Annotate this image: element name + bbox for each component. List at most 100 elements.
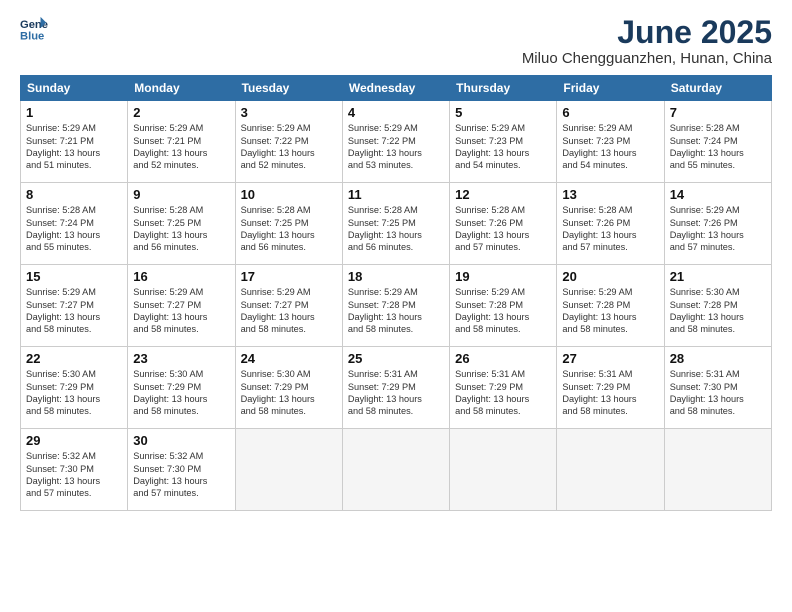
day-info: Sunrise: 5:29 AM Sunset: 7:28 PM Dayligh… <box>348 286 444 336</box>
day-number: 15 <box>26 269 122 284</box>
day-info: Sunrise: 5:29 AM Sunset: 7:26 PM Dayligh… <box>670 204 766 254</box>
header: General Blue June 2025 Miluo Chengguanzh… <box>20 15 772 67</box>
day-number: 3 <box>241 105 337 120</box>
calendar-week-row: 15 Sunrise: 5:29 AM Sunset: 7:27 PM Dayli… <box>21 265 772 347</box>
month-title: June 2025 <box>522 15 772 50</box>
calendar-cell: 18 Sunrise: 5:29 AM Sunset: 7:28 PM Dayli… <box>342 265 449 347</box>
calendar-cell <box>450 429 557 511</box>
calendar-cell: 9Sunrise: 5:28 AM Sunset: 7:25 PM Daylig… <box>128 183 235 265</box>
calendar-cell: 15 Sunrise: 5:29 AM Sunset: 7:27 PM Dayli… <box>21 265 128 347</box>
day-number: 7 <box>670 105 766 120</box>
calendar-cell: 29 Sunrise: 5:32 AM Sunset: 7:30 PM Dayli… <box>21 429 128 511</box>
day-number: 19 <box>455 269 551 284</box>
day-info: Sunrise: 5:29 AM Sunset: 7:28 PM Dayligh… <box>562 286 658 336</box>
day-number: 5 <box>455 105 551 120</box>
weekday-header-thursday: Thursday <box>450 76 557 101</box>
day-info: Sunrise: 5:28 AM Sunset: 7:25 PM Dayligh… <box>348 204 444 254</box>
day-info: Sunrise: 5:29 AM Sunset: 7:27 PM Dayligh… <box>133 286 229 336</box>
calendar-week-row: 29 Sunrise: 5:32 AM Sunset: 7:30 PM Dayli… <box>21 429 772 511</box>
day-info: Sunrise: 5:28 AM Sunset: 7:24 PM Dayligh… <box>26 204 122 254</box>
day-number: 8 <box>26 187 122 202</box>
weekday-header-saturday: Saturday <box>664 76 771 101</box>
calendar-cell: 30 Sunrise: 5:32 AM Sunset: 7:30 PM Dayli… <box>128 429 235 511</box>
day-info: Sunrise: 5:29 AM Sunset: 7:27 PM Dayligh… <box>26 286 122 336</box>
day-info: Sunrise: 5:32 AM Sunset: 7:30 PM Dayligh… <box>26 450 122 500</box>
day-number: 27 <box>562 351 658 366</box>
calendar-cell: 25Sunrise: 5:31 AM Sunset: 7:29 PM Dayli… <box>342 347 449 429</box>
weekday-header-tuesday: Tuesday <box>235 76 342 101</box>
calendar-cell: 24Sunrise: 5:30 AM Sunset: 7:29 PM Dayli… <box>235 347 342 429</box>
day-number: 30 <box>133 433 229 448</box>
day-number: 12 <box>455 187 551 202</box>
calendar-table: SundayMondayTuesdayWednesdayThursdayFrid… <box>20 75 772 511</box>
day-number: 16 <box>133 269 229 284</box>
calendar-week-row: 22Sunrise: 5:30 AM Sunset: 7:29 PM Dayli… <box>21 347 772 429</box>
day-info: Sunrise: 5:31 AM Sunset: 7:29 PM Dayligh… <box>348 368 444 418</box>
day-info: Sunrise: 5:29 AM Sunset: 7:23 PM Dayligh… <box>562 122 658 172</box>
calendar-cell <box>342 429 449 511</box>
calendar-cell: 26 Sunrise: 5:31 AM Sunset: 7:29 PM Dayli… <box>450 347 557 429</box>
weekday-header-friday: Friday <box>557 76 664 101</box>
day-info: Sunrise: 5:29 AM Sunset: 7:21 PM Dayligh… <box>26 122 122 172</box>
day-number: 2 <box>133 105 229 120</box>
day-info: Sunrise: 5:30 AM Sunset: 7:29 PM Dayligh… <box>26 368 122 418</box>
calendar-page: General Blue June 2025 Miluo Chengguanzh… <box>0 0 792 612</box>
day-number: 13 <box>562 187 658 202</box>
calendar-cell: 14 Sunrise: 5:29 AM Sunset: 7:26 PM Dayli… <box>664 183 771 265</box>
svg-text:Blue: Blue <box>20 30 44 42</box>
weekday-header-row: SundayMondayTuesdayWednesdayThursdayFrid… <box>21 76 772 101</box>
calendar-cell: 7 Sunrise: 5:28 AM Sunset: 7:24 PM Daylig… <box>664 101 771 183</box>
day-number: 18 <box>348 269 444 284</box>
title-block: June 2025 Miluo Chengguanzhen, Hunan, Ch… <box>522 15 772 67</box>
day-info: Sunrise: 5:28 AM Sunset: 7:25 PM Dayligh… <box>241 204 337 254</box>
day-number: 10 <box>241 187 337 202</box>
calendar-cell: 5 Sunrise: 5:29 AM Sunset: 7:23 PM Daylig… <box>450 101 557 183</box>
day-number: 14 <box>670 187 766 202</box>
calendar-cell: 2Sunrise: 5:29 AM Sunset: 7:21 PM Daylig… <box>128 101 235 183</box>
day-number: 29 <box>26 433 122 448</box>
logo: General Blue <box>20 15 48 43</box>
calendar-cell: 4 Sunrise: 5:29 AM Sunset: 7:22 PM Daylig… <box>342 101 449 183</box>
calendar-cell: 13 Sunrise: 5:28 AM Sunset: 7:26 PM Dayli… <box>557 183 664 265</box>
day-number: 26 <box>455 351 551 366</box>
calendar-cell: 22Sunrise: 5:30 AM Sunset: 7:29 PM Dayli… <box>21 347 128 429</box>
calendar-cell <box>557 429 664 511</box>
day-info: Sunrise: 5:28 AM Sunset: 7:26 PM Dayligh… <box>562 204 658 254</box>
calendar-cell: 19Sunrise: 5:29 AM Sunset: 7:28 PM Dayli… <box>450 265 557 347</box>
day-number: 9 <box>133 187 229 202</box>
day-number: 4 <box>348 105 444 120</box>
day-info: Sunrise: 5:31 AM Sunset: 7:30 PM Dayligh… <box>670 368 766 418</box>
calendar-cell: 17 Sunrise: 5:29 AM Sunset: 7:27 PM Dayli… <box>235 265 342 347</box>
calendar-cell: 23 Sunrise: 5:30 AM Sunset: 7:29 PM Dayli… <box>128 347 235 429</box>
day-info: Sunrise: 5:29 AM Sunset: 7:23 PM Dayligh… <box>455 122 551 172</box>
day-info: Sunrise: 5:30 AM Sunset: 7:29 PM Dayligh… <box>241 368 337 418</box>
calendar-cell: 16 Sunrise: 5:29 AM Sunset: 7:27 PM Dayli… <box>128 265 235 347</box>
calendar-cell: 20 Sunrise: 5:29 AM Sunset: 7:28 PM Dayli… <box>557 265 664 347</box>
calendar-week-row: 1 Sunrise: 5:29 AM Sunset: 7:21 PM Daylig… <box>21 101 772 183</box>
day-info: Sunrise: 5:32 AM Sunset: 7:30 PM Dayligh… <box>133 450 229 500</box>
logo-icon: General Blue <box>20 15 48 43</box>
calendar-cell: 1 Sunrise: 5:29 AM Sunset: 7:21 PM Daylig… <box>21 101 128 183</box>
day-number: 23 <box>133 351 229 366</box>
day-info: Sunrise: 5:30 AM Sunset: 7:29 PM Dayligh… <box>133 368 229 418</box>
weekday-header-sunday: Sunday <box>21 76 128 101</box>
calendar-cell: 10 Sunrise: 5:28 AM Sunset: 7:25 PM Dayli… <box>235 183 342 265</box>
calendar-week-row: 8 Sunrise: 5:28 AM Sunset: 7:24 PM Daylig… <box>21 183 772 265</box>
calendar-cell: 6Sunrise: 5:29 AM Sunset: 7:23 PM Daylig… <box>557 101 664 183</box>
weekday-header-wednesday: Wednesday <box>342 76 449 101</box>
calendar-cell: 21 Sunrise: 5:30 AM Sunset: 7:28 PM Dayli… <box>664 265 771 347</box>
day-info: Sunrise: 5:31 AM Sunset: 7:29 PM Dayligh… <box>455 368 551 418</box>
day-number: 21 <box>670 269 766 284</box>
day-info: Sunrise: 5:29 AM Sunset: 7:22 PM Dayligh… <box>348 122 444 172</box>
day-info: Sunrise: 5:30 AM Sunset: 7:28 PM Dayligh… <box>670 286 766 336</box>
day-info: Sunrise: 5:28 AM Sunset: 7:24 PM Dayligh… <box>670 122 766 172</box>
calendar-cell <box>664 429 771 511</box>
location-title: Miluo Chengguanzhen, Hunan, China <box>522 50 772 67</box>
day-number: 17 <box>241 269 337 284</box>
day-number: 11 <box>348 187 444 202</box>
calendar-cell: 12Sunrise: 5:28 AM Sunset: 7:26 PM Dayli… <box>450 183 557 265</box>
day-number: 20 <box>562 269 658 284</box>
weekday-header-monday: Monday <box>128 76 235 101</box>
day-number: 1 <box>26 105 122 120</box>
day-info: Sunrise: 5:29 AM Sunset: 7:27 PM Dayligh… <box>241 286 337 336</box>
